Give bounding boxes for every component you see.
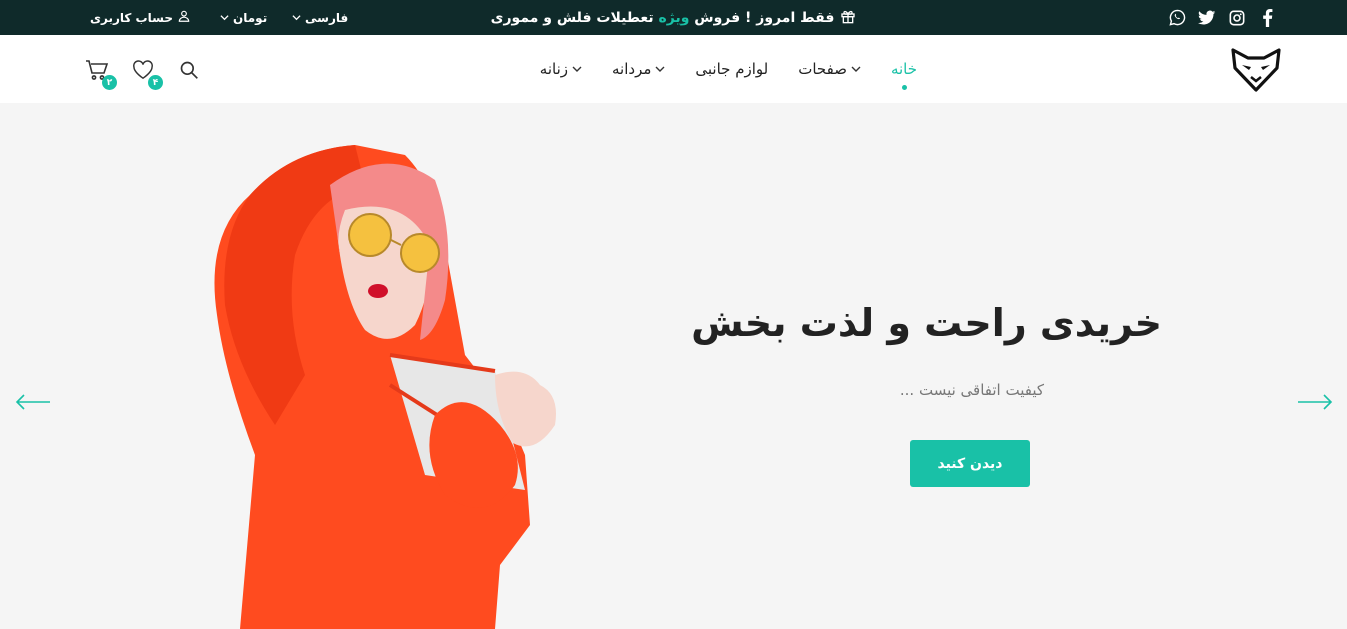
promo-text-prefix: فقط امروز ! فروش [694, 9, 835, 26]
top-bar: فقط امروز ! فروش ویژه تعطیلات فلش و ممور… [0, 0, 1347, 35]
nav-label: زنانه [539, 60, 569, 78]
cart-button[interactable]: ۲ [85, 58, 117, 90]
main-header: خانه صفحات لوازم جانبی مردانه زنانه ۲ ۴ [0, 35, 1347, 103]
promo-highlight: ویژه [658, 9, 690, 26]
chevron-down-icon [655, 66, 665, 72]
chevron-down-icon [220, 11, 229, 25]
hero-slider: خریدی راحت و لذت بخش کیفیت اتفاقی نیست .… [0, 103, 1347, 629]
search-icon [180, 61, 198, 79]
nav-item-pages[interactable]: صفحات [798, 60, 861, 78]
view-button[interactable]: دیدن کنید [910, 440, 1030, 487]
nav-item-women[interactable]: زنانه [540, 60, 582, 78]
main-nav: خانه صفحات لوازم جانبی مردانه زنانه [540, 35, 917, 103]
user-icon [177, 9, 191, 26]
nav-label: صفحات [798, 60, 847, 78]
promo-text-suffix: تعطیلات فلش و مموری [490, 9, 654, 26]
gift-icon [840, 8, 856, 28]
nav-label: مردانه [612, 60, 652, 78]
nav-label: لوازم جانبی [695, 60, 769, 78]
currency-selector[interactable]: تومان [200, 11, 280, 25]
nav-label: خانه [890, 60, 917, 78]
language-selector[interactable]: فارسی [280, 11, 348, 25]
hero-subtitle: کیفیت اتفاقی نیست ... [899, 381, 1044, 399]
chevron-down-icon [292, 11, 301, 25]
nav-item-men[interactable]: مردانه [612, 60, 665, 78]
arrow-left-icon[interactable] [15, 393, 51, 411]
account-link[interactable]: حساب کاربری [90, 9, 200, 26]
arrow-right-icon[interactable] [1297, 393, 1333, 411]
chevron-down-icon [572, 66, 582, 72]
currency-label: تومان [233, 10, 268, 25]
search-button[interactable] [177, 58, 201, 82]
header-actions: ۲ ۴ [85, 55, 201, 90]
language-label: فارسی [305, 10, 349, 25]
fox-logo[interactable] [1229, 44, 1283, 94]
account-label: حساب کاربری [90, 10, 173, 25]
hero-image [214, 145, 556, 629]
cart-count-badge: ۲ [102, 75, 117, 90]
hero-title: خریدی راحت و لذت بخش [691, 301, 1162, 345]
chevron-down-icon [851, 66, 861, 72]
nav-item-home[interactable]: خانه [890, 60, 917, 90]
wishlist-count-badge: ۴ [148, 75, 163, 90]
top-utilities: حساب کاربری تومان فارسی [90, 0, 348, 35]
wishlist-button[interactable]: ۴ [131, 58, 163, 90]
nav-item-accessories[interactable]: لوازم جانبی [695, 60, 768, 78]
